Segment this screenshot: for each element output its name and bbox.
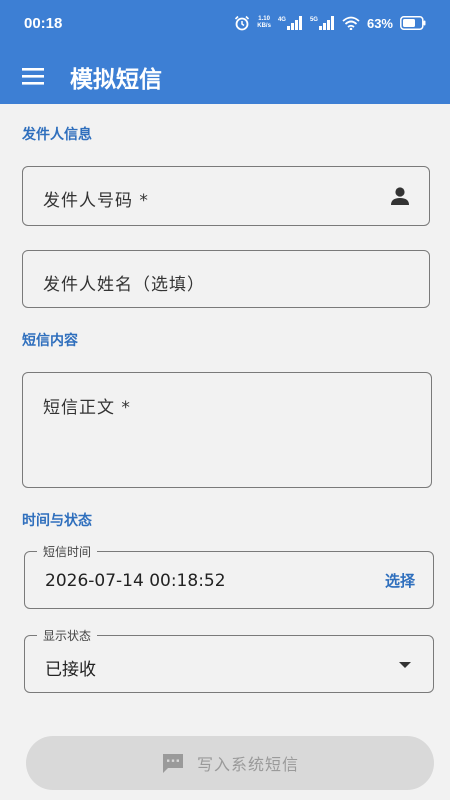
dropdown-arrow-icon — [399, 662, 411, 668]
section-title-sender: 发件人信息 — [22, 127, 92, 143]
message-body-field[interactable]: 短信正文 * — [22, 372, 432, 488]
sender-name-field[interactable]: 发件人姓名（选填） — [22, 250, 430, 308]
battery-icon — [400, 16, 426, 30]
signal-4g: 4G — [278, 16, 303, 30]
signal-5g-label: 5G — [309, 17, 318, 23]
signal-4g-label: 4G — [277, 17, 286, 23]
cell-signal-icon — [286, 16, 302, 30]
select-time-button[interactable]: 选择 — [385, 570, 415, 591]
sender-number-placeholder: 发件人号码 * — [43, 191, 149, 211]
signal-5g: 5G — [310, 16, 335, 30]
display-status-value: 已接收 — [45, 660, 96, 680]
status-icons: 1.10 KB/s 4G 5G 63% — [234, 12, 426, 34]
network-speed: 1.10 KB/s — [257, 16, 271, 30]
network-speed-unit: KB/s — [257, 23, 271, 29]
cell-signal-icon — [318, 16, 334, 30]
message-time-value: 2026-07-14 00:18:52 — [45, 571, 226, 591]
person-icon — [391, 187, 409, 205]
message-body-placeholder: 短信正文 * — [43, 398, 131, 418]
alarm-icon — [235, 15, 250, 31]
network-speed-value: 1.10 — [258, 16, 270, 22]
status-time: 00:18 — [24, 15, 63, 32]
section-title-time-status: 时间与状态 — [22, 513, 92, 529]
section-title-content: 短信内容 — [22, 333, 78, 349]
status-bar: 00:18 1.10 KB/s 4G 5G 63% — [0, 0, 450, 48]
write-system-sms-button[interactable]: 写入系统短信 — [26, 736, 434, 790]
sender-number-field[interactable]: 发件人号码 * — [22, 166, 430, 226]
app-bar: 模拟短信 — [0, 48, 450, 104]
sender-name-placeholder: 发件人姓名（选填） — [43, 275, 205, 295]
display-status-label: 显示状态 — [37, 627, 98, 644]
message-time-field[interactable]: 短信时间 2026-07-14 00:18:52 选择 — [24, 543, 434, 609]
submit-button-label: 写入系统短信 — [196, 755, 299, 774]
hamburger-menu-icon[interactable] — [22, 66, 48, 86]
battery-percent: 63% — [366, 15, 393, 31]
wifi-icon — [342, 16, 360, 30]
app-title: 模拟短信 — [70, 67, 162, 93]
message-icon — [162, 754, 183, 773]
message-time-label: 短信时间 — [37, 543, 98, 560]
display-status-select[interactable]: 显示状态 已接收 — [24, 627, 434, 693]
